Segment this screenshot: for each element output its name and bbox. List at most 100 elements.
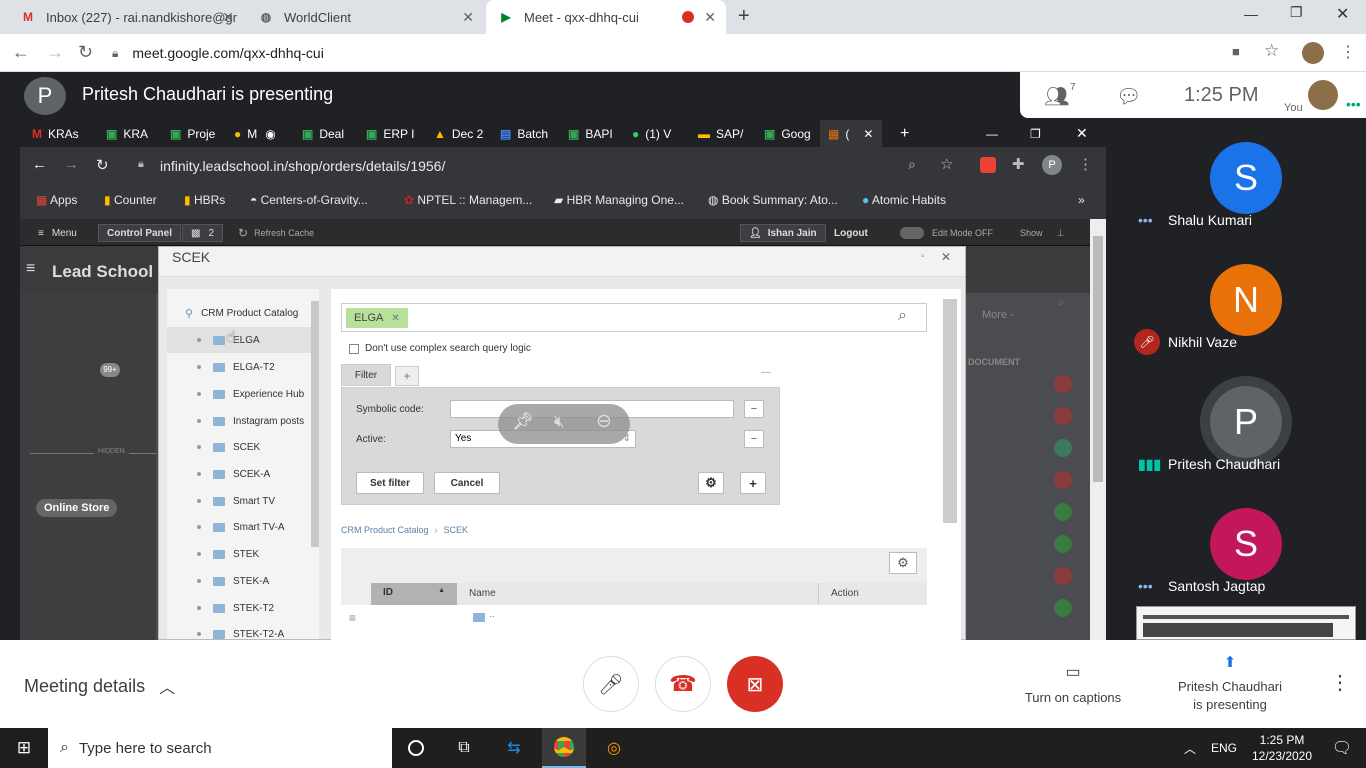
search-tag: ELGA ✕ (346, 308, 408, 328)
task-view-icon[interactable]: ⧉ (442, 728, 486, 768)
folder-icon (213, 629, 225, 639)
chat-icon[interactable]: 💬︎ (1116, 84, 1141, 109)
bullet (197, 632, 201, 636)
camera-icon[interactable]: ■ (1232, 44, 1240, 59)
site-sidebar: 99+ HIDDEN Online Store (20, 293, 180, 640)
microphone-button[interactable]: 🎤︎ (583, 656, 639, 712)
online-store-button: Online Store (36, 499, 118, 517)
participant-tiles: S ••• Shalu Kumari N 🎤︎ Nikhil Vaze P ▮▮… (1126, 120, 1366, 640)
more-icon[interactable]: ••• (1138, 578, 1153, 594)
back-icon: ← (32, 156, 47, 173)
chevron-up-icon[interactable]: ︿ (1176, 728, 1204, 768)
tree-item: STEK (167, 541, 319, 567)
cms-notifications: ▩ 2 (182, 224, 224, 242)
grid-settings-icon: ⚙ (889, 552, 917, 574)
taskbar-clock[interactable]: 1:25 PM 12/23/2020 (1246, 728, 1318, 768)
reload-icon[interactable]: ↻ (78, 42, 93, 63)
participant-tile[interactable]: S ••• Shalu Kumari (1126, 120, 1366, 242)
complex-query-option: Don't use complex search query logic (349, 343, 531, 354)
bullet (197, 606, 201, 610)
participant-tile[interactable]: N 🎤︎ Nikhil Vaze (1126, 242, 1366, 364)
cancel-button: Cancel (434, 472, 500, 494)
folder-icon (213, 522, 225, 532)
user-icon: 👤︎ (749, 227, 762, 239)
back-icon[interactable]: ← (12, 42, 30, 63)
forward-icon[interactable]: → (46, 42, 64, 63)
menu-icon[interactable]: ⋮ (1340, 42, 1356, 62)
tree-item: Smart TV-A (167, 514, 319, 540)
gmail-icon: M (32, 126, 42, 141)
address-bar[interactable]: 🔒︎ meet.google.com/qxx-dhhq-cui (112, 39, 1258, 67)
close-tab-icon[interactable]: ✕ (222, 9, 234, 26)
restore-button[interactable]: ❐ (1290, 4, 1303, 21)
leave-call-button[interactable]: ☎ (655, 656, 711, 712)
chevron-up-icon: ︿ (159, 680, 176, 697)
minimize-button[interactable]: — (1244, 6, 1258, 22)
start-button[interactable]: ⊞ (0, 728, 48, 768)
pin-icon: 📌︎ (512, 412, 534, 431)
status-dot (1054, 375, 1072, 393)
language-indicator[interactable]: ENG (1206, 728, 1242, 768)
participant-name: Santosh Jagtap (1168, 578, 1266, 594)
scrollbar-thumb (1093, 236, 1103, 482)
cortana-icon[interactable] (394, 728, 438, 768)
profile-avatar[interactable] (1302, 42, 1324, 64)
meeting-details-button[interactable]: Meeting details ︿ (24, 674, 175, 698)
remove-tag-icon: ✕ (391, 312, 400, 324)
windows-icon: ⊞ (16, 738, 32, 757)
taskbar-search[interactable]: ⌕ Type here to search (48, 728, 392, 768)
status-dot (1054, 407, 1072, 425)
participant-tile[interactable]: P ▮▮▮ Pritesh Chaudhari (1126, 364, 1366, 486)
cms-logout: Logout (834, 227, 868, 239)
more-options-icon[interactable]: ⋮ (1330, 670, 1350, 695)
participant-name: Nikhil Vaze (1168, 334, 1237, 350)
presenting-button[interactable]: ⬆ Pritesh Chaudhari is presenting (1162, 654, 1298, 714)
close-window-button[interactable]: ✕ (1336, 4, 1349, 24)
collapse-icon: — (761, 367, 771, 378)
speaking-icon: ▮▮▮ (1138, 456, 1162, 472)
row-name: .. (489, 609, 495, 620)
menu-icon: ≡ (26, 260, 36, 277)
star-icon[interactable]: ☆ (1264, 41, 1279, 61)
bookmark-nptel: ✿ NPTEL :: Managem... (404, 193, 533, 207)
status-dot (1054, 535, 1072, 553)
close-tab-icon[interactable]: ✕ (704, 9, 716, 26)
folder-icon (213, 496, 225, 506)
presenter-avatar: P (24, 77, 66, 115)
folder-icon (213, 442, 225, 452)
camera-button[interactable]: ⊠ (727, 656, 783, 712)
chrome-taskbar-icon[interactable] (542, 728, 586, 768)
captions-button[interactable]: ▭ Turn on captions (1012, 662, 1134, 705)
site-icon: ▦ (828, 126, 840, 141)
bookmark-atomic-habits: ● Atomic Habits (862, 193, 946, 207)
cms-user: 👤︎ Ishan Jain (740, 224, 826, 242)
bullet (197, 419, 201, 423)
participant-tile[interactable]: S ••• Santosh Jagtap (1126, 486, 1366, 608)
notification-icon[interactable]: 🗨︎ (1322, 728, 1362, 768)
tab-gmail[interactable]: M Inbox (227) - rai.nandkishore@gr ✕ (8, 0, 244, 34)
teamviewer-icon[interactable]: ⇆ (492, 728, 536, 768)
tab-meet[interactable]: ▶ Meet - qxx-dhhq-cui ✕ (486, 0, 726, 34)
bullet (197, 445, 201, 449)
bookmark-hbr: ▰ HBR Managing One... (554, 193, 684, 207)
search-input: ELGA ✕ ⌕ (341, 303, 927, 332)
sheets-icon: ▣ (302, 126, 314, 141)
tab-worldclient[interactable]: ◍ WorldClient ✕ (246, 0, 484, 34)
nptel-icon: ✿ (404, 193, 415, 207)
more-icon[interactable]: ••• (1346, 96, 1361, 112)
extension-icon (980, 157, 996, 173)
tree-item: SCEK (167, 434, 319, 460)
dialog-titlebar: SCEK ▫ ✕ (159, 247, 965, 277)
self-preview[interactable] (1136, 606, 1356, 640)
people-icon[interactable]: 👥︎ (1044, 84, 1069, 109)
new-tab-button[interactable]: + (738, 5, 750, 28)
status-dot (1054, 471, 1072, 489)
preview-content (1143, 615, 1349, 619)
folder-icon (213, 389, 225, 399)
shared-tab: ▣ Goog (764, 126, 811, 141)
whatsapp-icon: ● (632, 126, 640, 141)
close-tab-icon[interactable]: ✕ (462, 9, 474, 26)
app-icon[interactable]: ◎ (592, 728, 636, 768)
self-avatar[interactable] (1308, 80, 1338, 110)
more-icon[interactable]: ••• (1138, 212, 1153, 228)
